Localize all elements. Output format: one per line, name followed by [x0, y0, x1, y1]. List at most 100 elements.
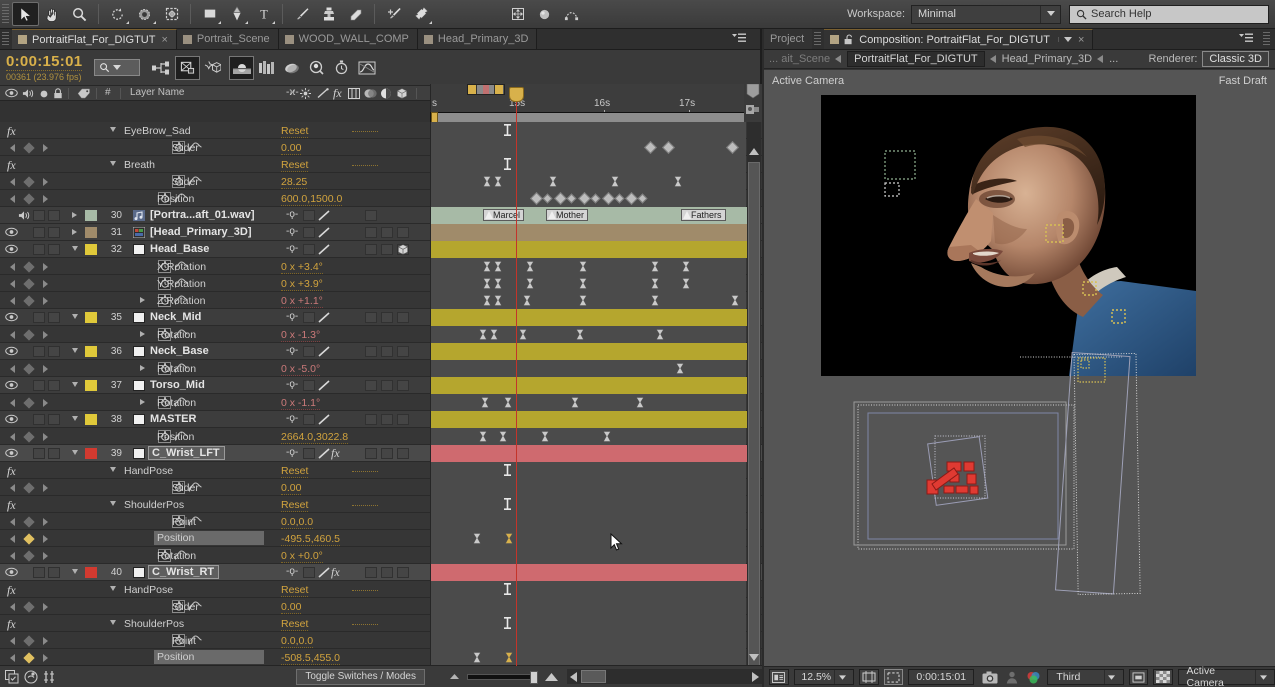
- scroll-up-arrow-icon[interactable]: [749, 148, 759, 155]
- quality-switch-icon[interactable]: [318, 379, 330, 391]
- tab-portraitflat-for-digtut[interactable]: PortraitFlat_For_DIGTUT ×: [12, 29, 177, 49]
- timeline-track[interactable]: [430, 190, 746, 207]
- timeline-track[interactable]: [430, 224, 747, 241]
- keyframe-hold-icon[interactable]: [576, 329, 584, 340]
- keyframe-diamond-icon[interactable]: [726, 140, 739, 154]
- close-icon[interactable]: ×: [1078, 34, 1084, 46]
- solo-toggle[interactable]: [33, 447, 45, 459]
- close-icon[interactable]: ×: [161, 34, 167, 46]
- layer-color-swatch[interactable]: [85, 311, 97, 323]
- layer-name[interactable]: Torso_Mid: [150, 379, 205, 391]
- timeline-track[interactable]: [430, 581, 746, 598]
- property-value[interactable]: 600.0,1500.0: [281, 193, 343, 206]
- three-d-layer-switch-icon[interactable]: [397, 243, 409, 255]
- keyframe-diamond-icon[interactable]: [662, 140, 675, 154]
- type-tool-icon[interactable]: T: [250, 2, 277, 26]
- timer-icon[interactable]: [329, 56, 354, 80]
- comp-panel-grip[interactable]: [1263, 32, 1270, 46]
- eye-toggle-icon[interactable]: [5, 244, 18, 255]
- keyframe-hold-icon[interactable]: [731, 295, 739, 306]
- expand-triangle-icon[interactable]: [72, 211, 77, 218]
- lock-icon[interactable]: [844, 34, 854, 45]
- property-expand-triangle-icon[interactable]: [140, 398, 145, 405]
- layer-duration-bar[interactable]: [431, 564, 747, 581]
- eye-toggle-icon[interactable]: [5, 567, 18, 578]
- tab-portrait-scene[interactable]: Portrait_Scene: [176, 29, 279, 49]
- keyframe-hold-icon[interactable]: [579, 261, 587, 272]
- tab-head-primary-3d[interactable]: Head_Primary_3D: [417, 29, 538, 49]
- timeline-track[interactable]: [430, 615, 746, 632]
- hand-tool-icon[interactable]: [39, 2, 66, 26]
- keyframe-hold-icon[interactable]: [549, 176, 557, 187]
- keyframe-hold-icon[interactable]: [499, 431, 507, 442]
- next-keyframe-arrow-icon[interactable]: [43, 279, 48, 288]
- keyframe-toggle-diamond-icon[interactable]: [23, 532, 35, 545]
- previous-keyframe-arrow-icon[interactable]: [10, 551, 15, 560]
- previous-keyframe-arrow-icon[interactable]: [10, 653, 15, 662]
- keyframe-navigator[interactable]: [10, 362, 48, 375]
- renderer-button[interactable]: Classic 3D: [1202, 51, 1269, 67]
- chevron-down-icon[interactable]: [1103, 670, 1119, 684]
- move-handles-icon[interactable]: [504, 2, 531, 26]
- previous-keyframe-arrow-icon[interactable]: [10, 143, 15, 152]
- tab-wood-wall-comp[interactable]: WOOD_WALL_COMP: [278, 29, 418, 49]
- zoom-in-timeline-icon[interactable]: [544, 672, 559, 682]
- zoom-level-select[interactable]: 12.5%: [793, 669, 855, 685]
- layer-color-swatch[interactable]: [85, 243, 97, 255]
- mask-feather-icon[interactable]: [558, 2, 585, 26]
- keyframe-toggle-diamond-icon[interactable]: [23, 277, 35, 290]
- keyframe-toggle-diamond-icon[interactable]: [23, 192, 35, 205]
- comp-marker-icon[interactable]: [746, 103, 760, 116]
- chevron-down-icon[interactable]: [834, 670, 849, 684]
- toggle-transparency-icon[interactable]: [304, 56, 329, 80]
- layer-switch-2[interactable]: [397, 379, 409, 391]
- property-name[interactable]: Point: [172, 635, 196, 647]
- keyframe-diamond-icon[interactable]: [625, 191, 638, 205]
- keyframe-hold-icon[interactable]: [611, 176, 619, 187]
- timeline-track[interactable]: [430, 122, 746, 139]
- collapse-switch[interactable]: [303, 379, 315, 391]
- keyframe-hold-icon[interactable]: [483, 176, 491, 187]
- label-column-icon[interactable]: [77, 88, 91, 99]
- keyframe-hold-icon[interactable]: [579, 278, 587, 289]
- layer-switch-0[interactable]: [365, 311, 377, 323]
- keyframe-hold-icon[interactable]: [473, 652, 481, 663]
- keyframe-hold-icon[interactable]: [656, 329, 664, 340]
- keyframe-toggle-diamond-icon[interactable]: [23, 481, 35, 494]
- keyframe-toggle-diamond-icon[interactable]: [23, 651, 35, 664]
- layer-color-swatch[interactable]: [85, 209, 97, 221]
- effect-name[interactable]: ShoulderPos: [124, 618, 184, 630]
- shy-switch[interactable]: -ϙ-: [286, 311, 298, 322]
- layer-color-swatch[interactable]: [85, 566, 97, 578]
- keyframe-toggle-diamond-icon[interactable]: [23, 430, 35, 443]
- effect-name[interactable]: HandPose: [124, 465, 173, 477]
- layer-switch-2[interactable]: [397, 447, 409, 459]
- motion-blur-icon[interactable]: [229, 55, 255, 80]
- property-value[interactable]: -495.5,460.5: [281, 533, 340, 546]
- keyframe-hold-icon[interactable]: [651, 261, 659, 272]
- lock-column-icon[interactable]: [53, 88, 63, 99]
- three-d-layer-icon[interactable]: [396, 88, 408, 99]
- zoom-out-timeline-icon[interactable]: [449, 673, 460, 680]
- keyframe-navigator[interactable]: [10, 328, 48, 341]
- effect-name[interactable]: Breath: [124, 159, 155, 171]
- previous-keyframe-arrow-icon[interactable]: [10, 517, 15, 526]
- timeline-track[interactable]: [430, 445, 747, 462]
- keyframe-toggle-diamond-icon[interactable]: [23, 600, 35, 613]
- layer-name[interactable]: [Head_Primary_3D]: [150, 226, 252, 238]
- keyframe-hold-icon[interactable]: [636, 397, 644, 408]
- solo-toggle[interactable]: [33, 413, 45, 425]
- timeline-track[interactable]: [430, 309, 747, 326]
- property-value[interactable]: 0.00: [281, 601, 302, 614]
- timeline-track[interactable]: [430, 292, 746, 309]
- timeline-track[interactable]: [430, 258, 746, 275]
- expand-triangle-icon[interactable]: [72, 313, 78, 319]
- layer-switch-0[interactable]: [365, 243, 377, 255]
- layer-color-swatch[interactable]: [85, 379, 97, 391]
- comp-button-icon[interactable]: [5, 669, 19, 684]
- safe-zones-icon[interactable]: [859, 669, 879, 685]
- next-keyframe-arrow-icon[interactable]: [43, 432, 48, 441]
- keyframe-hold-icon[interactable]: [682, 261, 690, 272]
- keyframe-hold-icon[interactable]: [473, 533, 481, 544]
- keyframe-toggle-diamond-icon[interactable]: [23, 634, 35, 647]
